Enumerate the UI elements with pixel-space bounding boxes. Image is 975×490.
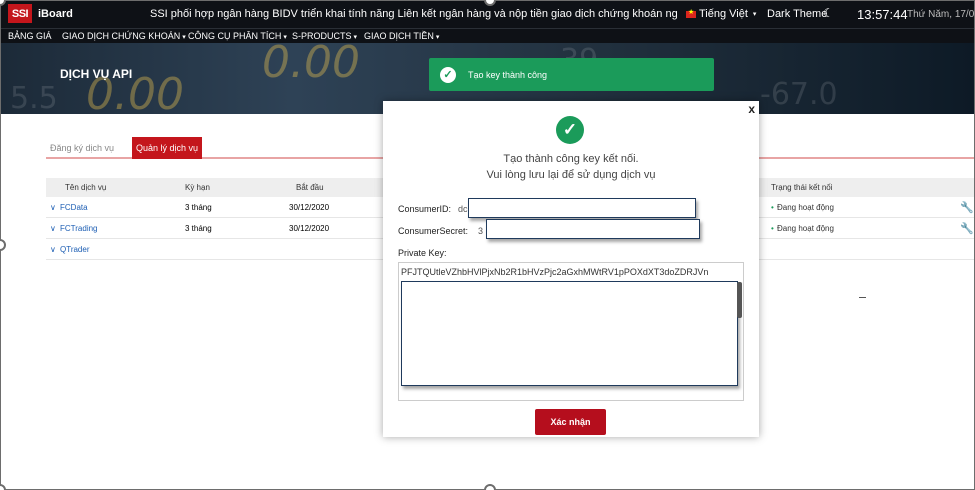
clock: 13:57:44 <box>857 7 908 22</box>
nav-item-giao-dich-chung-khoan[interactable]: GIAO DỊCH CHỨNG KHOÁN ▾ <box>62 31 186 41</box>
chevron-down-icon: ▾ <box>353 34 358 41</box>
nav-label: BẢNG GIÁ <box>8 31 52 41</box>
ssi-logo[interactable]: SSI <box>8 4 32 23</box>
nav-item-s-products[interactable]: S-PRODUCTS ▾ <box>292 31 357 41</box>
key-icon[interactable]: 🔧 <box>960 222 974 235</box>
language-selector[interactable]: Tiếng Việt ▾ <box>686 8 756 20</box>
expand-chevron-icon[interactable]: ∨ <box>50 203 56 212</box>
service-name[interactable]: QTrader <box>60 245 90 254</box>
confirm-button[interactable]: Xác nhận <box>535 409 606 435</box>
page-title: DỊCH VỤ API <box>60 67 133 81</box>
consumer-secret-value[interactable]: 3 <box>478 226 483 236</box>
news-marquee[interactable]: SSI phối hợp ngân hàng BIDV triển khai t… <box>150 8 678 20</box>
key-icon[interactable]: 🔧 <box>960 201 974 214</box>
service-term: 3 tháng <box>185 203 212 212</box>
nav-item-giao-dich-tien[interactable]: GIAO DỊCH TIỀN ▾ <box>364 31 439 41</box>
status-badge: Đang hoạt động <box>777 203 834 212</box>
nav-label: S-PRODUCTS <box>292 31 352 41</box>
nav-item-cong-cu-phan-tich[interactable]: CÔNG CỤ PHÂN TÍCH ▾ <box>188 31 287 41</box>
expand-chevron-icon[interactable]: ∨ <box>50 224 56 233</box>
service-start: 30/12/2020 <box>289 224 330 233</box>
private-key-label: Private Key: <box>398 248 447 258</box>
private-key-textarea[interactable]: PFJTQUtleVZhbHVlPjxNb2R1bHVzPjc2aGxhMWtR… <box>398 262 744 401</box>
language-label: Tiếng Việt <box>699 8 748 20</box>
resize-handle[interactable] <box>0 239 6 251</box>
modal-message-line2: Vui lòng lưu lại để sử dụng dịch vụ <box>486 169 656 181</box>
modal-message-line1: Tạo thành công key kết nối. <box>503 153 639 165</box>
check-circle-icon: ✓ <box>556 116 584 144</box>
nav-label: CÔNG CỤ PHÂN TÍCH <box>188 31 282 41</box>
success-toast: ✓ Tạo key thành công <box>429 58 714 91</box>
status-dot-icon: • <box>771 224 774 233</box>
redaction-box <box>486 219 700 239</box>
redaction-box <box>468 198 696 218</box>
theme-label: Dark Theme <box>767 8 828 20</box>
chevron-down-icon: ▾ <box>182 34 186 41</box>
header-status: Trạng thái kết nối <box>771 183 833 192</box>
consumer-id-label: ConsumerID: <box>398 204 452 214</box>
banner-decoration: 5.5 <box>10 81 58 114</box>
header-service: Tên dịch vụ <box>65 183 107 192</box>
banner-decoration: 0.00 <box>262 43 360 88</box>
vietnam-flag-icon <box>686 8 696 18</box>
key-created-modal: x ✓ Tạo thành công key kết nối. Vui lòng… <box>383 101 759 437</box>
redaction-box <box>401 281 738 386</box>
main-nav: BẢNG GIÁ GIAO DỊCH CHỨNG KHOÁN ▾ CÔNG CỤ … <box>0 28 975 43</box>
expand-chevron-icon[interactable]: ∨ <box>50 245 56 254</box>
status-dot-icon: • <box>771 203 774 212</box>
divider <box>859 297 866 298</box>
resize-handle[interactable] <box>0 484 6 490</box>
banner-decoration: -67.0 <box>760 77 838 112</box>
chevron-down-icon: ▾ <box>752 11 757 18</box>
tab-quan-ly-dich-vu[interactable]: Quản lý dịch vụ <box>132 137 203 159</box>
service-name[interactable]: FCData <box>60 203 88 212</box>
nav-label: GIAO DỊCH CHỨNG KHOÁN <box>62 31 181 41</box>
nav-item-bang-gia[interactable]: BẢNG GIÁ <box>8 31 52 41</box>
tab-dang-ky-dich-vu[interactable]: Đăng ký dịch vụ <box>46 137 118 159</box>
moon-icon[interactable]: ☾ <box>823 6 834 20</box>
date-label: Thứ Năm, 17/02 <box>907 9 975 20</box>
header-term: Kỳ hạn <box>185 183 210 192</box>
check-circle-icon: ✓ <box>440 66 456 83</box>
resize-handle[interactable] <box>484 484 496 490</box>
header-start: Bắt đầu <box>296 183 324 192</box>
service-start: 30/12/2020 <box>289 203 330 212</box>
private-key-value: PFJTQUtleVZhbHVlPjxNb2R1bHVzPjc2aGxhMWtR… <box>401 267 709 277</box>
nav-label: GIAO DỊCH TIỀN <box>364 31 434 41</box>
status-badge: Đang hoạt động <box>777 224 834 233</box>
app-name: iBoard <box>38 8 73 20</box>
service-name[interactable]: FCTrading <box>60 224 98 233</box>
close-icon[interactable]: x <box>748 102 755 116</box>
chevron-down-icon: ▾ <box>283 34 287 41</box>
scrollbar[interactable] <box>737 282 742 318</box>
chevron-down-icon: ▾ <box>435 34 440 41</box>
consumer-secret-label: ConsumerSecret: <box>398 226 469 236</box>
consumer-id-value[interactable]: dc <box>458 204 468 214</box>
service-term: 3 tháng <box>185 224 212 233</box>
toast-text: Tạo key thành công <box>468 69 548 80</box>
